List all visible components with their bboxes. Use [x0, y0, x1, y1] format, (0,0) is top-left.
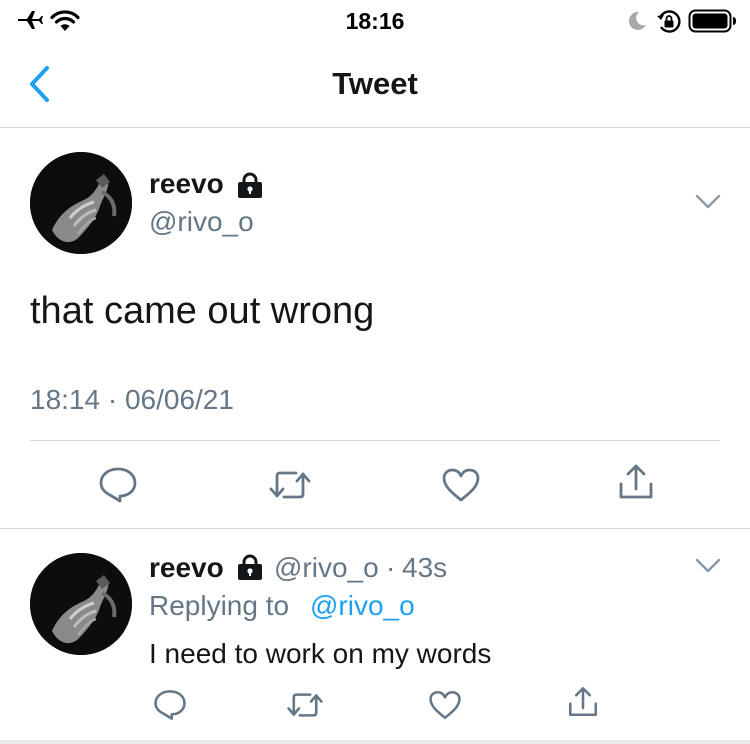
status-bar: 18:16 — [0, 0, 750, 40]
retweet-icon[interactable] — [268, 468, 312, 502]
reply-handle[interactable]: @rivo_o — [274, 552, 379, 584]
reply-text: I need to work on my words — [149, 638, 492, 669]
replying-to-link[interactable]: @rivo_o — [310, 590, 415, 622]
reply-icon[interactable] — [153, 688, 187, 722]
page-title: Tweet — [332, 66, 418, 101]
tweet-timestamp[interactable]: 18:14 · 06/06/21 — [30, 384, 234, 416]
tweet-text: that came out wrong — [30, 290, 375, 332]
reply-time-ago: 43s — [402, 552, 448, 583]
divider — [30, 440, 720, 441]
lock-icon — [238, 554, 262, 580]
separator-dot: · — [386, 552, 396, 583]
avatar-photo — [30, 553, 132, 655]
replying-to-label: Replying to — [149, 590, 290, 621]
avatar-photo — [30, 152, 132, 254]
chevron-down-icon[interactable] — [694, 556, 722, 576]
user-handle[interactable]: @rivo_o — [149, 206, 254, 238]
like-icon[interactable] — [441, 467, 481, 503]
share-icon[interactable] — [566, 685, 600, 719]
lock-icon — [238, 172, 262, 198]
orientation-lock-icon — [657, 10, 681, 33]
bottom-divider — [0, 740, 750, 744]
section-divider — [0, 528, 750, 529]
reply-avatar[interactable] — [30, 553, 132, 655]
display-name[interactable]: reevo — [149, 168, 224, 200]
moon-icon — [628, 11, 646, 30]
avatar[interactable] — [30, 152, 132, 254]
reply-icon[interactable] — [98, 466, 138, 504]
like-icon[interactable] — [428, 689, 462, 721]
nav-bar: Tweet — [0, 40, 750, 128]
share-icon[interactable] — [616, 462, 656, 502]
battery-icon — [688, 9, 736, 33]
chevron-down-icon[interactable] — [694, 192, 722, 212]
reply-display-name[interactable]: reevo — [149, 552, 224, 584]
retweet-icon[interactable] — [286, 690, 324, 720]
